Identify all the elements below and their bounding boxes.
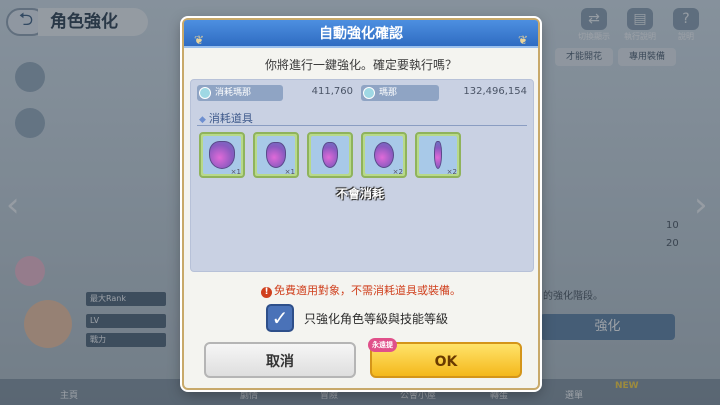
checkmark-icon: ✓ (271, 306, 289, 330)
items-title-text: 消耗道具 (208, 112, 253, 125)
ornament-icon: ❦ (194, 33, 205, 47)
level-only-option[interactable]: ✓ 只強化角色等級與技能等級 (266, 303, 448, 333)
level-only-label: 只強化角色等級與技能等級 (304, 311, 449, 326)
mana-owned-value: 132,496,154 (463, 86, 527, 97)
level-only-checkbox[interactable]: ✓ (266, 304, 294, 332)
mana-owned-label: 瑪那 (361, 85, 439, 101)
potion-medium-icon (266, 142, 286, 168)
ok-label: OK (434, 354, 458, 370)
potion-large-icon (209, 141, 235, 169)
item-slot[interactable]: ×2 (361, 132, 407, 178)
ornament-icon: ❦ (517, 33, 528, 47)
cancel-button[interactable]: 取消 (204, 342, 356, 378)
item-slot[interactable]: ×2 (415, 132, 461, 178)
items-title: ◆ 消耗道具 (199, 110, 253, 126)
free-notice-text: 免費適用對象，不需消耗道具或裝備。 (274, 284, 461, 297)
auto-enhance-dialog: ❦ 自動強化確認 ❦ 你將進行一鍵強化。確定要執行嗎？ 消耗瑪那 411,760… (182, 18, 540, 390)
mana-owned-text: 瑪那 (379, 88, 398, 98)
item-slot[interactable]: ×1 (253, 132, 299, 178)
mana-icon (363, 87, 375, 99)
item-qty: ×2 (392, 168, 403, 176)
free-notice: ! 免費適用對象，不需消耗道具或裝備。 (184, 282, 538, 298)
dialog-title: 自動強化確認 (319, 26, 403, 42)
ok-button[interactable]: 永遠提 OK (368, 338, 522, 378)
mana-cost-label: 消耗瑪那 (197, 85, 283, 101)
potion-small-icon (322, 142, 338, 168)
warning-icon: ! (261, 287, 272, 298)
item-qty: ×1 (230, 168, 241, 176)
potion-round-icon (374, 142, 394, 168)
potion-tube-icon (434, 141, 442, 169)
dialog-header: ❦ 自動強化確認 ❦ (184, 20, 538, 48)
confirm-question: 你將進行一鍵強化。確定要執行嗎？ (264, 58, 457, 72)
mana-cost-value: 411,760 (311, 86, 353, 97)
item-qty: ×1 (284, 168, 295, 176)
diamond-bullet-icon: ◆ (199, 115, 206, 125)
item-qty: ×2 (446, 168, 457, 176)
cost-panel: 消耗瑪那 411,760 瑪那 132,496,154 ◆ 消耗道具 ×1 ×1 … (190, 79, 534, 272)
item-slot[interactable]: ×1 (199, 132, 245, 178)
divider (197, 125, 527, 126)
ok-badge: 永遠提 (368, 338, 397, 352)
not-consumed-label: 不會消耗 (336, 187, 385, 201)
mana-icon (199, 87, 211, 99)
item-slot[interactable] (307, 132, 353, 178)
mana-cost-text: 消耗瑪那 (215, 88, 252, 98)
